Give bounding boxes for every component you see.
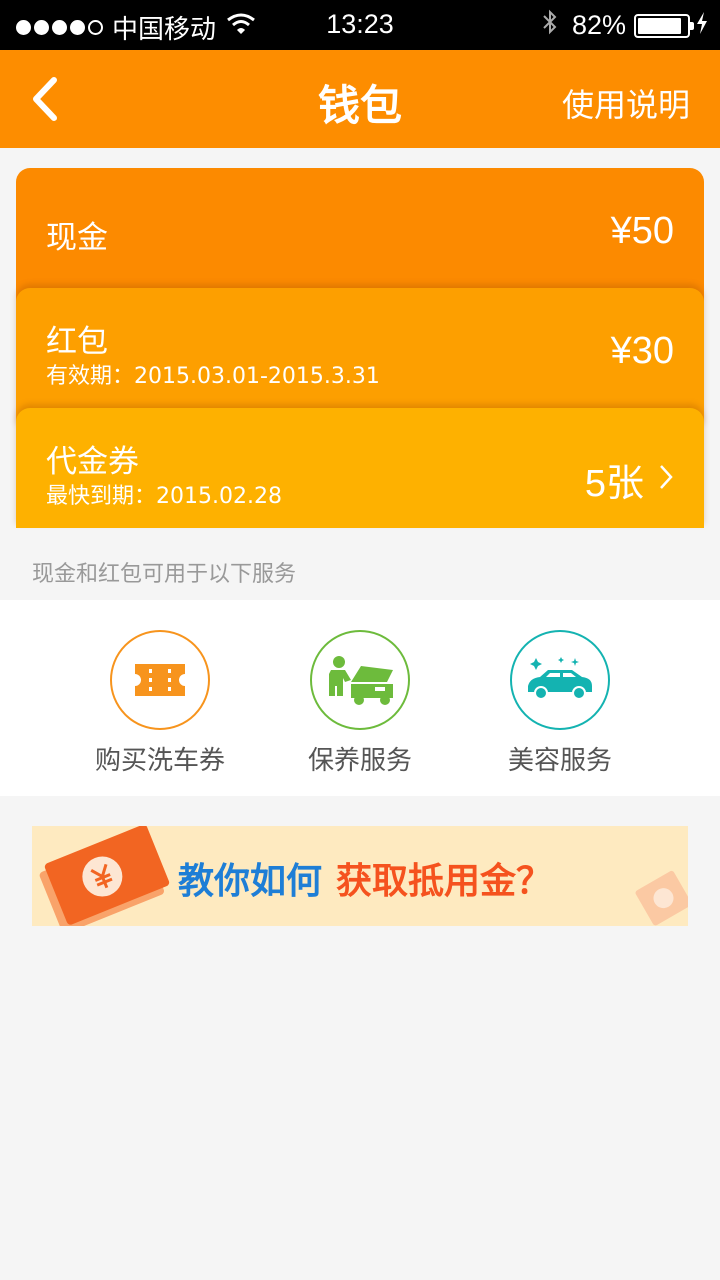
service-label: 美容服务 xyxy=(507,746,612,776)
cash-title: 现金 xyxy=(46,220,108,256)
usage-instructions-button[interactable]: 使用说明 xyxy=(562,80,690,126)
red-packet-validity: 有效期：2015.03.01-2015.3.31 xyxy=(46,364,380,389)
car-sparkle-icon xyxy=(510,630,610,730)
voucher-count: 5张 xyxy=(584,463,644,505)
voucher-title: 代金券 xyxy=(46,444,139,480)
banner-text: 教你如何 获取抵用金？ xyxy=(178,852,552,904)
bluetooth-icon xyxy=(542,9,558,42)
charging-bolt-icon xyxy=(696,10,708,41)
coupon-deco-icon xyxy=(635,870,688,926)
red-packet-title: 红包 xyxy=(46,324,108,360)
service-label: 保养服务 xyxy=(307,746,412,776)
status-bar: 中国移动 13:23 82% xyxy=(0,0,720,50)
battery-icon xyxy=(634,13,694,38)
banner-text-part1: 教你如何 xyxy=(178,861,323,902)
voucher-count-link[interactable]: 5张 xyxy=(585,452,674,507)
red-packet-amount: ¥30 xyxy=(610,330,674,372)
banner-text-part2: 获取抵用金？ xyxy=(336,861,553,902)
service-label: 购买洗车券 xyxy=(94,746,225,776)
promo-banner[interactable]: 教你如何 获取抵用金？ xyxy=(32,826,688,926)
services-panel: 购买洗车券 保养服务 美容服务 xyxy=(0,600,720,796)
navigation-bar: 钱包 使用说明 xyxy=(0,50,720,148)
voucher-expiry: 最快到期：2015.02.28 xyxy=(46,484,282,509)
wallet-cards: 现金 ¥50 红包 有效期：2015.03.01-2015.3.31 ¥30 代… xyxy=(16,168,704,528)
services-hint: 现金和红包可用于以下服务 xyxy=(32,562,297,587)
voucher-card[interactable]: 代金券 最快到期：2015.02.28 5张 xyxy=(16,408,704,528)
red-packet-card: 红包 有效期：2015.03.01-2015.3.31 ¥30 xyxy=(16,288,704,428)
battery-area: 82% xyxy=(542,9,708,42)
ticket-icon xyxy=(110,630,210,730)
buy-wash-ticket-button[interactable]: 购买洗车券 xyxy=(60,630,260,777)
mechanic-icon xyxy=(310,630,410,730)
battery-percent: 82% xyxy=(571,10,626,40)
cash-card: 现金 ¥50 xyxy=(16,168,704,308)
red-envelope-icon xyxy=(39,826,170,926)
cash-amount: ¥50 xyxy=(610,210,674,252)
beauty-service-button[interactable]: 美容服务 xyxy=(460,630,660,777)
chevron-right-icon xyxy=(658,458,674,501)
maintenance-service-button[interactable]: 保养服务 xyxy=(260,630,460,777)
